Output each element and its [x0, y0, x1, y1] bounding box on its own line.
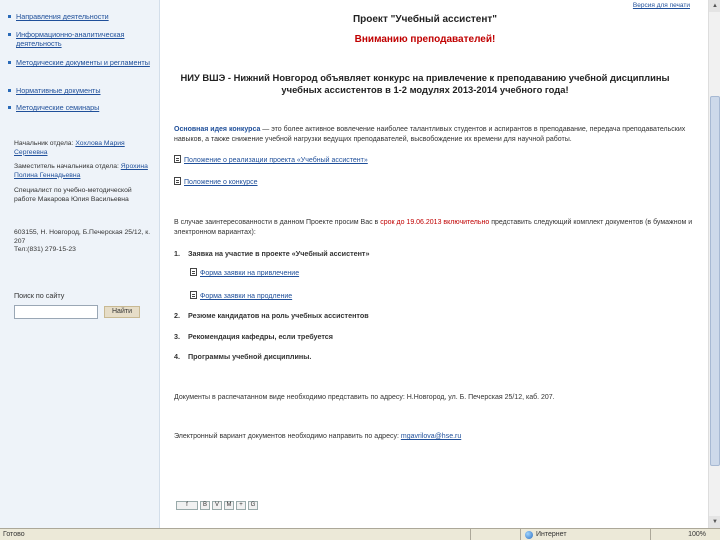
scrollbar-thumb[interactable] — [710, 96, 720, 466]
contact-phone: Тел:(831) 279-15-23 — [14, 246, 76, 253]
search-label: Поиск по сайту — [14, 291, 65, 300]
announcement-line: НИУ ВШЭ - Нижний Новгород объявляет конк… — [180, 72, 670, 83]
document-icon — [174, 177, 181, 185]
security-zone: Интернет — [520, 528, 650, 540]
share-vk-icon[interactable]: V — [212, 500, 222, 510]
bullet-icon — [8, 106, 11, 109]
list-item: 3. Рекомендация кафедры, если требуется — [174, 332, 333, 341]
form-extend-link[interactable]: Форма заявки на продление — [200, 293, 292, 300]
announcement: НИУ ВШЭ - Нижний Новгород объявляет конк… — [160, 72, 690, 96]
nav-item-analytics[interactable]: Информационно-аналитическая деятельность — [8, 30, 156, 48]
share-facebook-icon[interactable]: f — [176, 500, 198, 510]
print-version-link[interactable]: Версия для печати — [633, 2, 690, 9]
list-number: 1. — [174, 249, 180, 258]
paper-note: Документы в распечатанном виде необходим… — [174, 394, 555, 401]
regulation-link[interactable]: Положение о реализации проекта «Учебный … — [184, 157, 368, 164]
nav-item-label: Направления деятельности — [16, 12, 109, 21]
status-bar: Готово Интернет 100% — [0, 528, 720, 540]
search-input[interactable] — [14, 305, 98, 319]
list-number: 4. — [174, 352, 180, 361]
list-number: 2. — [174, 311, 180, 320]
globe-icon — [525, 530, 533, 539]
contact-role: Начальник отдела: — [14, 140, 76, 147]
deadline-paragraph: В случае заинтересованности в данном Про… — [174, 218, 694, 237]
announcement-line: учебных ассистентов в 1-2 модулях 2013-2… — [281, 84, 569, 95]
nav-item-label: Нормативные документы — [16, 86, 101, 95]
contact-deputy: Заместитель начальника отдела: Ярохина П… — [14, 163, 154, 180]
search-button[interactable]: Найти — [104, 306, 140, 318]
share-google-icon[interactable]: G — [248, 500, 258, 510]
list-item: 1. Заявка на участие в проекте «Учебный а… — [174, 249, 369, 258]
bullet-icon — [8, 33, 11, 36]
list-number: 3. — [174, 332, 180, 341]
share-plus-icon[interactable]: + — [236, 500, 246, 510]
email-link[interactable]: mgavrilova@hse.ru — [401, 433, 461, 440]
contact-role: Заместитель начальника отдела: — [14, 163, 121, 170]
document-icon — [190, 291, 197, 299]
page-title: Проект "Учебный ассистент" — [352, 14, 498, 25]
nav-item-label: Методические документы и регламенты — [16, 58, 150, 67]
share-mail-icon[interactable]: M — [224, 500, 234, 510]
nav-item-norm-docs[interactable]: Нормативные документы — [8, 86, 156, 95]
list-label: Резюме кандидатов на роль учебных ассист… — [188, 311, 369, 320]
vertical-scrollbar[interactable]: ▲ ▼ — [708, 0, 720, 528]
email-text: Электронный вариант документов необходим… — [174, 433, 401, 440]
nav-item-label: Методические семинары — [16, 103, 100, 112]
attention-heading: Вниманию преподавателей! — [354, 34, 496, 45]
nav-item-method-docs[interactable]: Методические документы и регламенты — [8, 58, 156, 67]
contact-address: 603155, Н. Новгород, Б.Печерская 25/12, … — [14, 229, 151, 245]
list-label: Программы учебной дисциплины. — [188, 352, 312, 361]
list-label: Рекомендация кафедры, если требуется — [188, 332, 333, 341]
sublink-row: Форма заявки на продление — [190, 291, 292, 300]
idea-label: Основная идея конкурса — [174, 126, 261, 133]
scroll-down-icon[interactable]: ▼ — [709, 516, 720, 528]
nav-item-seminars[interactable]: Методические семинары — [8, 103, 156, 112]
email-note: Электронный вариант документов необходим… — [174, 432, 694, 442]
doc-link-row: Положение о конкурсе — [174, 177, 694, 188]
list-item: 4. Программы учебной дисциплины. — [174, 352, 311, 361]
bullet-icon — [8, 89, 11, 92]
main-content: Версия для печати Проект "Учебный ассист… — [160, 0, 708, 528]
nav-item-label: Информационно-аналитическая деятельность — [16, 30, 125, 48]
idea-paragraph: Основная идея конкурса — это более актив… — [174, 125, 694, 144]
doc-link-row: Положение о реализации проекта «Учебный … — [174, 155, 694, 166]
share-bar: f B V M + G — [176, 500, 258, 510]
bullet-icon — [8, 15, 11, 18]
status-cell-empty — [470, 528, 520, 540]
deadline-text: В случае заинтересованности в данном Про… — [174, 219, 381, 226]
bullet-icon — [8, 61, 11, 64]
scroll-up-icon[interactable]: ▲ — [709, 0, 720, 12]
list-item: 2. Резюме кандидатов на роль учебных асси… — [174, 311, 369, 320]
zone-label: Интернет — [536, 530, 567, 538]
sublink-row: Форма заявки на привлечение — [190, 268, 299, 277]
contest-rules-link[interactable]: Положение о конкурсе — [184, 179, 258, 186]
contact-head: Начальник отдела: Хохлова Мария Сергеевн… — [14, 140, 154, 157]
left-sidebar: Направления деятельности Информационно-а… — [0, 0, 160, 528]
document-icon — [190, 268, 197, 276]
contact-specialist: Специалист по учебно-методической работе… — [14, 187, 132, 203]
form-attract-link[interactable]: Форма заявки на привлечение — [200, 270, 299, 277]
share-b-icon[interactable]: B — [200, 500, 210, 510]
zoom-level[interactable]: 100% — [650, 528, 710, 540]
nav-item-directions[interactable]: Направления деятельности — [8, 12, 156, 21]
list-label: Заявка на участие в проекте «Учебный асс… — [188, 249, 370, 258]
deadline-date: срок до 19.06.2013 включительно — [380, 219, 490, 226]
status-text: Готово — [3, 531, 25, 538]
document-icon — [174, 155, 181, 163]
browser-window: Направления деятельности Информационно-а… — [0, 0, 720, 540]
